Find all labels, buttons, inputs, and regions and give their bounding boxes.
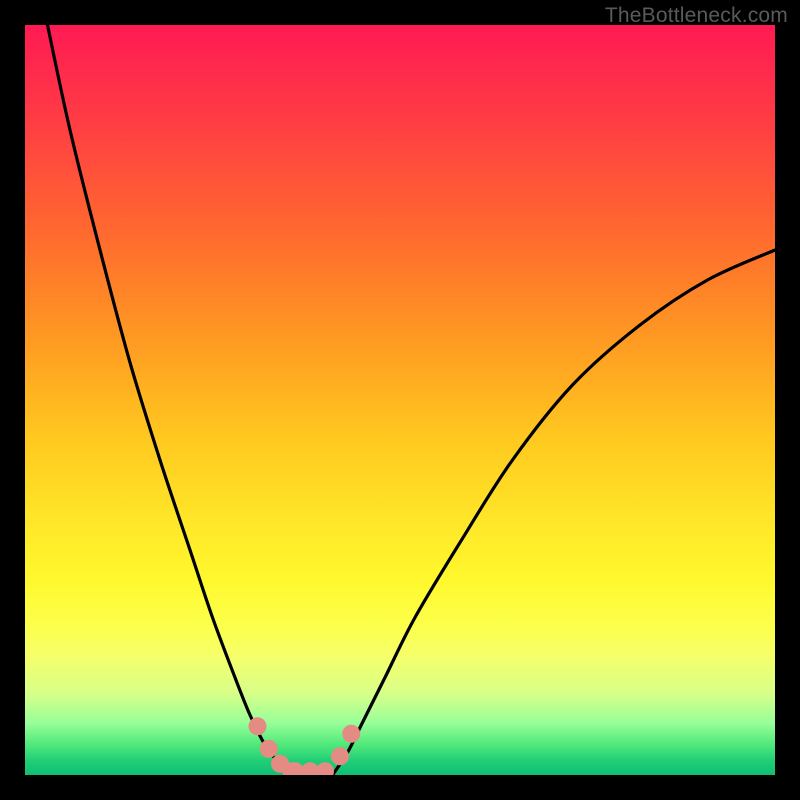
data-point — [342, 725, 360, 743]
data-point — [249, 717, 267, 735]
plot-area — [25, 25, 775, 775]
dots-right — [331, 725, 360, 766]
line-right-path — [333, 250, 776, 775]
data-point — [260, 740, 278, 758]
line-right — [333, 250, 776, 775]
data-point — [316, 762, 334, 775]
curves-layer — [25, 25, 775, 775]
watermark-text: TheBottleneck.com — [605, 4, 788, 28]
line-left-path — [48, 25, 288, 775]
chart-frame: TheBottleneck.com — [0, 0, 800, 800]
dots-bottom — [286, 762, 334, 775]
data-point — [331, 747, 349, 765]
line-left — [48, 25, 288, 775]
